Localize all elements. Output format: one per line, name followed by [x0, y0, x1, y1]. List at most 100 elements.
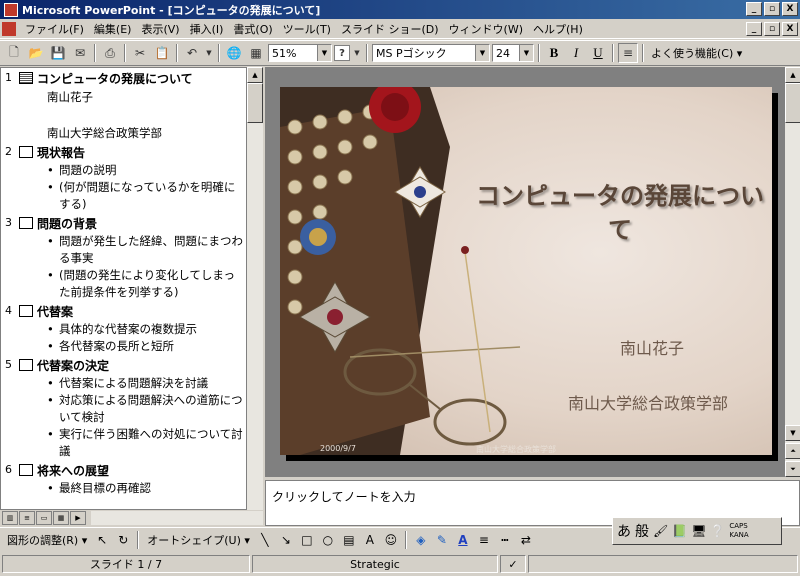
outline-bullet[interactable]: • 実行に伴う困難への対処について討議 [37, 426, 246, 460]
slide-pane[interactable]: コンピュータの発展について 南山花子 南山大学総合政策学部 2000/9/7 南… [265, 67, 785, 477]
wordart-icon[interactable]: A [361, 531, 379, 549]
menu-tools[interactable]: ツール(T) [278, 21, 336, 37]
print-icon[interactable]: ⎙ [100, 43, 120, 63]
align-left-icon[interactable]: ≡ [618, 43, 638, 63]
slide-icon[interactable] [19, 305, 33, 317]
menu-file[interactable]: ファイル(F) [20, 21, 89, 37]
underline-button[interactable]: U [588, 43, 608, 63]
slide-icon[interactable] [19, 72, 33, 84]
save-icon[interactable]: 💾 [48, 43, 68, 63]
outline-title[interactable]: 問題の背景 [37, 213, 246, 233]
new-icon[interactable]: 🗋 [4, 43, 24, 63]
select-arrow-icon[interactable]: ↖ [93, 531, 111, 549]
slide-icon[interactable] [19, 359, 33, 371]
fill-color-icon[interactable]: ◈ [412, 531, 430, 549]
slide-scrollbar[interactable]: ▲ ▼ ⏶ ⏷ [785, 67, 800, 477]
line-icon[interactable]: ╲ [256, 531, 274, 549]
help-icon[interactable]: ? [334, 45, 350, 61]
dropdown-arrow-icon[interactable]: ▼ [204, 43, 214, 63]
chevron-down-icon[interactable]: ▼ [519, 45, 533, 61]
dictionary-mode-indicator[interactable]: 般 [635, 521, 649, 541]
line-color-icon[interactable]: ✎ [433, 531, 451, 549]
normal-view-icon[interactable]: ▥ [2, 511, 18, 525]
outline-bullet[interactable]: • 代替案による問題解決を討議 [37, 375, 246, 392]
outline-subtitle[interactable] [37, 106, 246, 124]
scroll-down-icon[interactable]: ▼ [785, 425, 800, 441]
outline-subtitle[interactable]: 南山大学総合政策学部 [37, 124, 246, 142]
outline-title[interactable]: 代替案の決定 [37, 355, 246, 375]
zoom-combo[interactable]: 51% ▼ [268, 44, 332, 62]
arrow-style-icon[interactable]: ⇄ [517, 531, 535, 549]
outline-bullet[interactable]: • 具体的な代替案の複数提示 [37, 321, 246, 338]
outline-bullet[interactable]: • 最終目標の再確認 [37, 480, 246, 497]
outline-title[interactable]: コンピュータの発展について [37, 68, 246, 88]
outline-bullet[interactable]: • 各代替案の長所と短所 [37, 338, 246, 355]
outline-slide[interactable]: 6 将来への展望 • 最終目標の再確認 [1, 460, 246, 497]
menu-view[interactable]: 表示(V) [136, 21, 184, 37]
menu-slideshow[interactable]: スライド ショー(D) [336, 21, 444, 37]
outline-bullet[interactable]: • (何が問題になっているかを明確にする) [37, 179, 246, 213]
slide-icon[interactable] [19, 464, 33, 476]
input-mode-indicator[interactable]: あ [617, 521, 631, 541]
cut-icon[interactable]: ✂ [130, 43, 150, 63]
maximize-button[interactable]: ▫ [764, 2, 780, 16]
clipart-icon[interactable]: ☺ [382, 531, 400, 549]
table-icon[interactable]: ▦ [246, 43, 266, 63]
free-rotate-icon[interactable]: ↻ [114, 531, 132, 549]
outline-slide[interactable]: 3 問題の背景 • 問題が発生した経緯、問題にまつわる事実 • (問題の発生により変… [1, 213, 246, 301]
slide-subtitle-affiliation[interactable]: 南山大学総合政策学部 [568, 390, 728, 414]
chevron-down-icon[interactable]: ▼ [317, 45, 331, 61]
scroll-up-icon[interactable]: ▲ [785, 67, 800, 83]
menu-insert[interactable]: 挿入(I) [185, 21, 229, 37]
menu-format[interactable]: 書式(O) [228, 21, 277, 37]
horizontal-scrollbar[interactable] [91, 511, 263, 525]
slide-canvas[interactable]: コンピュータの発展について 南山花子 南山大学総合政策学部 2000/9/7 南… [280, 87, 772, 455]
font-size-combo[interactable]: 24 ▼ [492, 44, 534, 62]
slide-icon[interactable] [19, 146, 33, 158]
autoshapes-menu[interactable]: オートシェイプ(U) ▾ [144, 532, 253, 548]
outline-title[interactable]: 現状報告 [37, 142, 246, 162]
italic-button[interactable]: I [566, 43, 586, 63]
outline-slide[interactable]: 4 代替案 • 具体的な代替案の複数提示 • 各代替案の長所と短所 [1, 301, 246, 355]
outline-title[interactable]: 代替案 [37, 301, 246, 321]
bold-button[interactable]: B [544, 43, 564, 63]
oval-icon[interactable]: ○ [319, 531, 337, 549]
outline-bullet[interactable]: • (問題の発生により変化してしまった前提条件を列挙する) [37, 267, 246, 301]
scroll-up-icon[interactable]: ▲ [247, 67, 263, 83]
doc-restore-button[interactable]: ▫ [764, 22, 780, 36]
font-color-icon[interactable]: A [454, 531, 472, 549]
outline-scrollbar[interactable]: ▲ [247, 67, 263, 510]
slide-sorter-icon[interactable]: ▦ [53, 511, 69, 525]
ime-settings-icon[interactable]: 🖥 [691, 524, 706, 538]
slide-title[interactable]: コンピュータの発展について [470, 179, 770, 247]
slide-view-icon[interactable]: ▭ [36, 511, 52, 525]
outline-title[interactable]: 将来への展望 [37, 460, 246, 480]
slide-subtitle-name[interactable]: 南山花子 [620, 335, 684, 359]
undo-icon[interactable]: ↶ [182, 43, 202, 63]
font-combo[interactable]: MS Pゴシック ▼ [372, 44, 490, 62]
document-icon[interactable] [2, 21, 16, 36]
outline-bullet[interactable]: • 問題の説明 [37, 162, 246, 179]
ime-pad-icon[interactable]: 📗 [672, 524, 687, 538]
slide-icon[interactable] [19, 217, 33, 229]
minimize-button[interactable]: _ [746, 2, 762, 16]
dash-style-icon[interactable]: ┅ [496, 531, 514, 549]
outline-slide[interactable]: 1 コンピュータの発展について 南山花子 南山大学総合政策学部 [1, 68, 246, 142]
menu-window[interactable]: ウィンドウ(W) [444, 21, 528, 37]
open-icon[interactable]: 📂 [26, 43, 46, 63]
draw-menu[interactable]: 図形の調整(R) ▾ [4, 532, 90, 548]
ime-tools-icon[interactable]: 🖌 [653, 524, 668, 538]
outline-slide[interactable]: 5 代替案の決定 • 代替案による問題解決を討議 • 対応策による問題解決への道筋に… [1, 355, 246, 460]
outline-bullet[interactable]: • 対応策による問題解決への道筋について検討 [37, 392, 246, 426]
close-button[interactable]: X [782, 2, 798, 16]
ime-help-icon[interactable]: ❔ [710, 524, 725, 538]
next-slide-icon[interactable]: ⏷ [785, 461, 800, 477]
outline-pane[interactable]: 1 コンピュータの発展について 南山花子 南山大学総合政策学部 2 現状報告 •… [0, 67, 247, 510]
dropdown-arrow-icon[interactable]: ▼ [352, 43, 362, 63]
outline-view-icon[interactable]: ≡ [19, 511, 35, 525]
menu-edit[interactable]: 編集(E) [89, 21, 137, 37]
rectangle-icon[interactable]: □ [298, 531, 316, 549]
common-tasks-menu[interactable]: よく使う機能(C) ▾ [648, 45, 745, 61]
slideshow-icon[interactable]: ▶ [70, 511, 86, 525]
line-style-icon[interactable]: ≡ [475, 531, 493, 549]
